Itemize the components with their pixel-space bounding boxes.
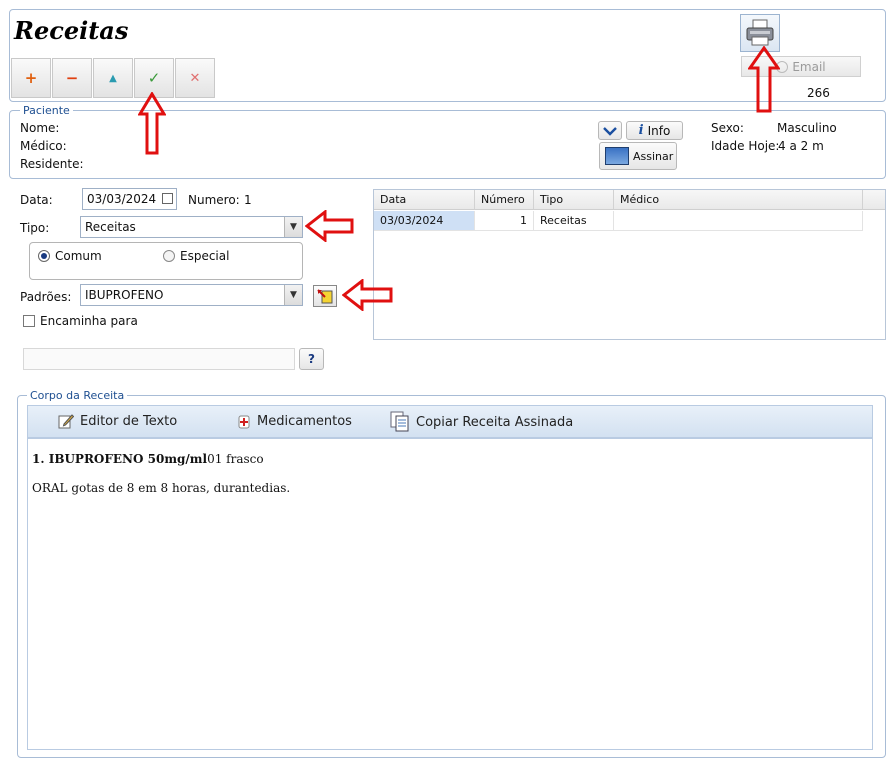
paciente-legend: Paciente [20,104,73,117]
corpo-legend: Corpo da Receita [27,389,128,402]
annotation-arrow-up-confirm [138,92,166,155]
grid-header-tipo[interactable]: Tipo [534,190,614,210]
radio-dot-icon [41,253,47,259]
apply-template-button[interactable] [313,285,337,307]
add-button[interactable]: + [11,58,51,98]
chevron-down-icon[interactable]: ▼ [284,285,302,305]
nome-label: Nome: [20,121,60,135]
idade-value: 4 a 2 m [778,139,824,153]
encaminha-input[interactable] [23,348,295,370]
question-icon: ? [308,352,315,366]
encaminha-label: Encaminha para [40,314,138,328]
data-value: 03/03/2024 [87,192,157,206]
annotation-arrow-left-padroes [342,279,393,311]
document-arrow-icon [317,289,333,304]
data-label: Data: [20,193,53,207]
receitas-grid: Data Número Tipo Médico 03/03/2024 1 Rec… [373,189,886,340]
assinar-button[interactable]: Assinar [599,142,677,170]
numero-value: 1 [244,193,252,207]
pencil-edit-icon [58,414,74,429]
receita-quantity: 01 frasco [207,452,264,466]
tipo-select[interactable]: Receitas ▼ [80,216,303,238]
info-label: Info [647,123,671,138]
copy-document-icon [390,411,409,432]
medicamentos-label: Medicamentos [257,413,352,429]
grid-cell-tipo[interactable]: Receitas [534,211,614,231]
padroes-select[interactable]: IBUPROFENO ▼ [80,284,303,306]
tipo-value: Receitas [85,220,136,234]
up-arrow-icon: ▲ [109,72,117,84]
editor-texto-button[interactable]: Editor de Texto [58,413,177,429]
tipo-label: Tipo: [20,221,50,235]
receita-line-2: ORAL gotas de 8 em 8 horas, durantedias. [32,481,291,495]
editor-texto-label: Editor de Texto [80,413,178,429]
info-icon: i [638,123,644,138]
grid-header-numero[interactable]: Número [475,190,534,210]
numero-label: Numero: [188,193,240,207]
search-help-button[interactable]: ? [299,348,324,370]
chevron-down-icon[interactable]: ▼ [284,217,302,237]
calendar-icon[interactable] [162,193,173,204]
grid-cell-numero[interactable]: 1 [475,211,534,231]
data-input[interactable]: 03/03/2024 [82,188,177,210]
page-title: Receitas [14,16,129,45]
sexo-value: Masculino [777,121,837,135]
grid-header-data[interactable]: Data [374,190,475,210]
encaminha-checkbox[interactable] [23,315,35,327]
annotation-arrow-left-tipo [305,210,354,242]
comum-label: Comum [55,249,102,263]
cancel-button[interactable]: ✕ [175,58,215,98]
idade-label: Idade Hoje: [711,139,780,153]
padroes-label: Padrões: [20,290,72,304]
add-icon: + [24,69,38,87]
annotation-arrow-up-print [748,46,780,113]
especial-radio[interactable] [163,250,175,262]
grid-cell-medico[interactable] [614,211,863,231]
medico-label: Médico: [20,139,67,153]
close-icon: ✕ [189,70,201,86]
receita-medication-name: 1. IBUPROFENO 50mg/ml [32,452,208,466]
counter-label: 266 [807,86,830,100]
checkmark-icon: ✓ [147,69,161,87]
comum-radio[interactable] [38,250,50,262]
medicine-icon [238,415,250,429]
sexo-label: Sexo: [711,121,744,135]
remove-button[interactable]: − [52,58,92,98]
remove-icon: − [65,69,79,87]
grid-header-filler [863,190,885,210]
residente-label: Residente: [20,157,84,171]
receita-line-1: 1. IBUPROFENO 50mg/ml01 frasco [32,452,264,466]
expand-button[interactable] [598,121,622,140]
especial-label: Especial [180,249,230,263]
copiar-receita-button[interactable]: Copiar Receita Assinada [390,411,573,433]
chevron-down-icon [603,126,617,136]
printer-icon [746,19,774,46]
copiar-receita-label: Copiar Receita Assinada [416,414,574,430]
email-label: Email [792,59,826,74]
signature-icon [605,147,629,165]
grid-cell-data[interactable]: 03/03/2024 [374,211,475,231]
medicamentos-button[interactable]: Medicamentos [237,413,352,429]
grid-header-medico[interactable]: Médico [614,190,863,210]
padroes-value: IBUPROFENO [85,288,164,302]
info-button[interactable]: i Info [626,121,683,140]
edit-up-button[interactable]: ▲ [93,58,133,98]
assinar-label: Assinar [633,149,674,163]
